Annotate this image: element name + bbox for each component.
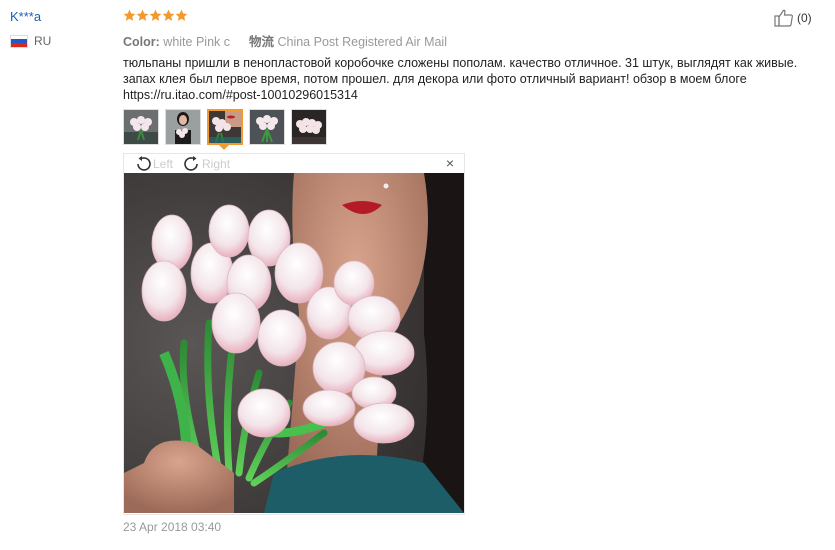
photo-thumbnail[interactable] [291, 109, 327, 145]
color-label: Color: [123, 35, 160, 49]
helpful-count: (0) [797, 11, 812, 25]
rotate-left-button[interactable]: Left [134, 155, 174, 172]
country-code: RU [34, 34, 52, 48]
star-icon [136, 9, 149, 21]
rotate-right-icon [184, 155, 198, 171]
star-icon [175, 9, 188, 21]
photo-thumbnail[interactable] [123, 109, 159, 145]
review-user-name[interactable]: K***a [10, 9, 41, 24]
review-photo [124, 173, 464, 513]
flag-ru-icon [10, 34, 28, 48]
rotate-left-icon [137, 155, 151, 171]
star-icon [149, 9, 162, 21]
review-country: RU [10, 34, 51, 48]
photo-thumbnails [123, 109, 327, 145]
shipping-label: 物流 [248, 35, 274, 49]
rating-stars [123, 9, 188, 22]
tulip-bouquet-photo [124, 173, 464, 513]
selected-thumbnail-caret [219, 145, 229, 150]
helpful-button[interactable]: (0) [774, 9, 812, 27]
rotate-left-label: Left [153, 156, 174, 171]
review-date: 23 Apr 2018 03:40 [123, 520, 222, 534]
viewer-toolbar: Left Right × [124, 154, 464, 173]
rotate-right-button[interactable]: Right [183, 155, 231, 172]
review-text: тюльпаны пришли в пенопластовой коробочк… [123, 56, 798, 102]
star-icon [162, 9, 175, 21]
shipping-value: China Post Registered Air Mail [277, 35, 447, 49]
color-value: white Pink c [163, 35, 230, 49]
photo-viewer: Left Right × [123, 153, 465, 515]
photo-thumbnail[interactable] [165, 109, 201, 145]
close-icon[interactable]: × [446, 155, 454, 171]
review-meta: Color: white Pink c 物流 China Post Regist… [123, 31, 447, 50]
rotate-right-label: Right [202, 156, 231, 171]
thumbs-up-icon [774, 9, 793, 27]
star-icon [123, 9, 136, 21]
photo-thumbnail[interactable] [249, 109, 285, 145]
photo-thumbnail-selected[interactable] [207, 109, 243, 145]
